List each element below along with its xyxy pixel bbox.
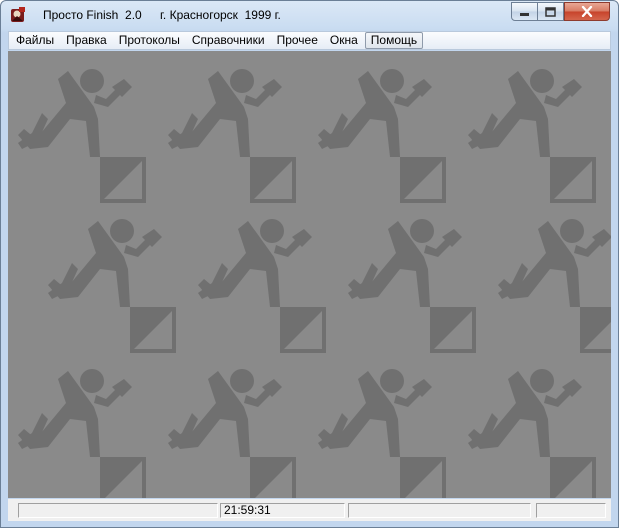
runner-tile-icon (48, 219, 176, 353)
status-bar: 21:59:31 (8, 499, 611, 521)
status-panel-4 (536, 503, 606, 518)
menu-bar: Файлы Правка Протоколы Справочники Прочее Окн… (8, 31, 611, 50)
window-subtitle: г. Красногорск 1999 г. (160, 8, 281, 22)
runner-tile-icon (168, 69, 296, 203)
menu-item-1[interactable]: Правка (61, 32, 112, 49)
runner-tile-icon (318, 369, 446, 498)
menu-item-6[interactable]: Помощь (364, 32, 424, 49)
menu-item-5[interactable]: Окна (325, 32, 363, 49)
title-bar[interactable]: Просто Finish 2.0 г. Красногорск 1999 г. (1, 1, 618, 29)
app-window: Просто Finish 2.0 г. Красногорск 1999 г.… (0, 0, 619, 528)
minimize-icon (520, 12, 529, 16)
runner-tile-icon (18, 369, 146, 498)
menu-item-3[interactable]: Справочники (187, 32, 270, 49)
runner-tile-icon (498, 219, 611, 353)
window-title: Просто Finish 2.0 (43, 8, 142, 22)
status-panel-1 (18, 503, 218, 518)
close-icon (581, 6, 593, 17)
mdi-client-area[interactable] (8, 51, 611, 498)
runner-tile-icon (468, 369, 596, 498)
runner-tile-icon (198, 219, 326, 353)
runner-tile-icon (348, 219, 476, 353)
status-panel-3 (348, 503, 531, 518)
background-pattern (18, 69, 611, 498)
maximize-icon (545, 6, 556, 17)
menu-item-4[interactable]: Прочее (272, 32, 323, 49)
close-button[interactable] (564, 2, 610, 21)
minimize-button[interactable] (511, 2, 538, 21)
runner-tile-icon (468, 69, 596, 203)
app-icon[interactable] (9, 6, 27, 24)
window-bottom-border (1, 521, 618, 527)
menu-item-2[interactable]: Протоколы (114, 32, 185, 49)
runner-tile-icon (18, 69, 146, 203)
menu-item-0[interactable]: Файлы (11, 32, 59, 49)
status-panel-time: 21:59:31 (220, 503, 345, 518)
runner-tile-icon (318, 69, 446, 203)
maximize-button[interactable] (537, 2, 564, 21)
runner-tile-icon (168, 369, 296, 498)
